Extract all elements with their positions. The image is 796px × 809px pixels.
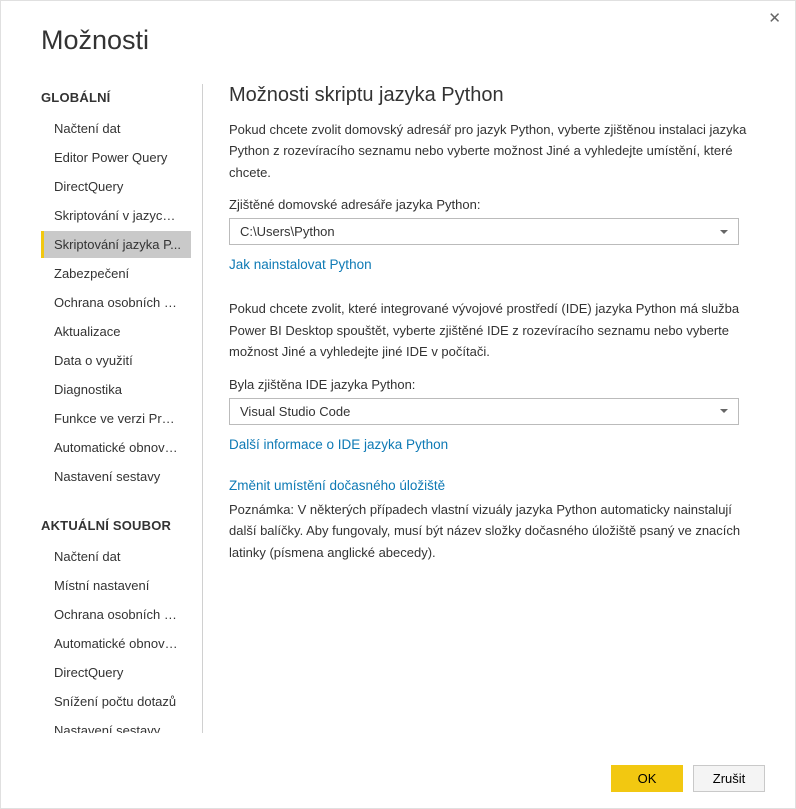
dialog-footer: OK Zrušit: [611, 765, 765, 792]
sidebar-item-security[interactable]: Zabezpečení: [41, 260, 191, 287]
ide-dropdown[interactable]: Visual Studio Code: [229, 398, 739, 425]
chevron-down-icon: [720, 230, 728, 234]
sidebar-item-usage-data[interactable]: Data o využití: [41, 347, 191, 374]
sidebar-group-current-file: AKTUÁLNÍ SOUBOR: [41, 492, 202, 543]
temp-storage-link[interactable]: Změnit umístění dočasného úložiště: [229, 478, 445, 493]
main-panel: Možnosti skriptu jazyka Python Pokud chc…: [203, 84, 761, 733]
sidebar-item-preview-features[interactable]: Funkce ve verzi Preview: [41, 405, 191, 432]
sidebar-item-pq-editor[interactable]: Editor Power Query: [41, 144, 191, 171]
sidebar-item-file-auto-recovery[interactable]: Automatické obnovení: [41, 630, 191, 657]
ok-button[interactable]: OK: [611, 765, 683, 792]
sidebar-item-file-load-data[interactable]: Načtení dat: [41, 543, 191, 570]
sidebar-item-file-privacy[interactable]: Ochrana osobních ú...: [41, 601, 191, 628]
sidebar-item-python-scripting[interactable]: Skriptování jazyka P...: [41, 231, 191, 258]
sidebar-group-global: GLOBÁLNÍ: [41, 84, 202, 115]
sidebar-item-file-regional[interactable]: Místní nastavení: [41, 572, 191, 599]
chevron-down-icon: [720, 409, 728, 413]
sidebar-item-r-scripting[interactable]: Skriptování v jazyce R: [41, 202, 191, 229]
home-dir-value: C:\Users\Python: [240, 224, 335, 239]
home-dir-dropdown[interactable]: C:\Users\Python: [229, 218, 739, 245]
ide-info-link[interactable]: Další informace o IDE jazyka Python: [229, 437, 448, 452]
ide-label: Byla zjištěna IDE jazyka Python:: [229, 377, 761, 392]
sidebar-item-report-settings[interactable]: Nastavení sestavy: [41, 463, 191, 490]
temp-storage-note: Poznámka: V některých případech vlastní …: [229, 499, 761, 563]
ide-description: Pokud chcete zvolit, které integrované v…: [229, 298, 761, 362]
sidebar-item-load-data[interactable]: Načtení dat: [41, 115, 191, 142]
sidebar-item-auto-recovery[interactable]: Automatické obnovení: [41, 434, 191, 461]
home-description: Pokud chcete zvolit domovský adresář pro…: [229, 119, 761, 183]
sidebar-item-updates[interactable]: Aktualizace: [41, 318, 191, 345]
sidebar-item-file-report-settings[interactable]: Nastavení sestavy: [41, 717, 191, 733]
cancel-button[interactable]: Zrušit: [693, 765, 765, 792]
sidebar-item-file-query-reduction[interactable]: Snížení počtu dotazů: [41, 688, 191, 715]
sidebar-item-file-directquery[interactable]: DirectQuery: [41, 659, 191, 686]
page-heading: Možnosti skriptu jazyka Python: [229, 84, 761, 107]
sidebar-item-privacy[interactable]: Ochrana osobních ú...: [41, 289, 191, 316]
ide-value: Visual Studio Code: [240, 404, 350, 419]
sidebar: GLOBÁLNÍ Načtení dat Editor Power Query …: [41, 84, 203, 733]
home-dir-label: Zjištěné domovské adresáře jazyka Python…: [229, 197, 761, 212]
close-icon[interactable]: ✕: [768, 11, 781, 26]
sidebar-item-diagnostics[interactable]: Diagnostika: [41, 376, 191, 403]
sidebar-item-directquery[interactable]: DirectQuery: [41, 173, 191, 200]
install-python-link[interactable]: Jak nainstalovat Python: [229, 257, 372, 272]
dialog-title: Možnosti: [1, 1, 795, 56]
